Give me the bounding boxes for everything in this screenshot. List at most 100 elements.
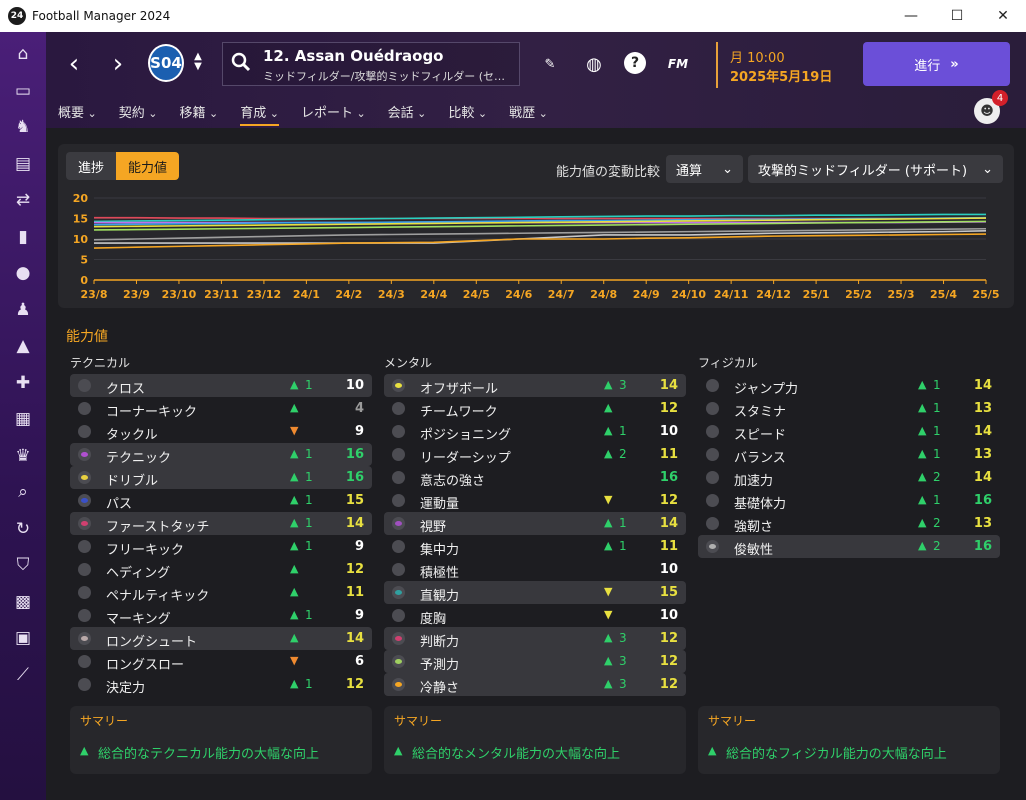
search-icon[interactable]: ⌕ — [0, 474, 46, 510]
attribute-row[interactable]: 冷静さ ▲ 3 12 — [384, 673, 686, 696]
attribute-row[interactable]: スピード ▲ 1 14 — [698, 420, 1000, 443]
x-tick-label: 25/4 — [930, 288, 957, 301]
minimize-button[interactable]: — — [888, 0, 934, 32]
attribute-row[interactable]: コーナーキック ▲ 4 — [70, 397, 372, 420]
attribute-row[interactable]: 度胸 ▼ 10 — [384, 604, 686, 627]
tab-3[interactable]: 育成 ⌄ — [240, 100, 279, 126]
social-feed-icon[interactable]: ☻ 4 — [974, 90, 1008, 124]
squad-icon[interactable]: ♞ — [0, 109, 46, 145]
schedule-icon[interactable]: ▦ — [0, 401, 46, 437]
finances-icon[interactable]: ▩ — [0, 584, 46, 620]
home-icon[interactable]: ⌂ — [0, 36, 46, 72]
tab-1[interactable]: 契約 ⌄ — [119, 100, 158, 126]
trend-up-icon: ▲ — [290, 378, 299, 391]
tactics-icon[interactable]: ▤ — [0, 146, 46, 182]
globe-icon[interactable]: ◍ — [582, 52, 606, 76]
attribute-row[interactable]: 強靭さ ▲ 2 13 — [698, 512, 1000, 535]
continue-button[interactable]: 進行 » — [863, 42, 1010, 86]
role-key-icon — [392, 425, 405, 438]
x-tick-label: 24/11 — [714, 288, 749, 301]
attribute-row[interactable]: 直観力 ▼ 15 — [384, 581, 686, 604]
tab-6[interactable]: 比較 ⌄ — [448, 100, 487, 126]
inbox-icon[interactable]: ▭ — [0, 73, 46, 109]
attribute-row[interactable]: 集中力 ▲ 1 11 — [384, 535, 686, 558]
attribute-value: 11 — [659, 539, 678, 554]
attribute-row[interactable]: ヘディング ▲ 12 — [70, 558, 372, 581]
x-tick-label: 24/1 — [293, 288, 320, 301]
trend-up-icon: ▲ — [918, 470, 927, 483]
attribute-row[interactable]: 決定力 ▲ 1 12 — [70, 673, 372, 696]
attribute-row[interactable]: ロングスロー ▼ 6 — [70, 650, 372, 673]
player-switch-icon[interactable]: ▲ ▼ — [186, 50, 210, 74]
attribute-row[interactable]: 積極性 10 — [384, 558, 686, 581]
attribute-change: 1 — [305, 493, 313, 507]
attribute-row[interactable]: 意志の強さ 16 — [384, 466, 686, 489]
fm-menu-icon[interactable]: FM — [666, 52, 690, 76]
date-display: 月 10:00 2025年5月19日 — [716, 42, 850, 88]
help-icon[interactable]: ? — [624, 52, 646, 74]
x-tick-label: 23/8 — [81, 288, 108, 301]
attribute-row[interactable]: 基礎体力 ▲ 1 16 — [698, 489, 1000, 512]
attribute-row[interactable]: 運動量 ▼ 12 — [384, 489, 686, 512]
attribute-value: 14 — [973, 378, 992, 393]
club-crest[interactable]: S04 — [148, 44, 184, 82]
career-icon[interactable]: ⟋ — [0, 657, 46, 693]
forward-arrow-icon[interactable]: › — [104, 49, 132, 79]
x-tick-label: 25/3 — [888, 288, 915, 301]
medical-icon[interactable]: ✚ — [0, 365, 46, 401]
attribute-row[interactable]: 視野 ▲ 1 14 — [384, 512, 686, 535]
club-info-icon[interactable]: ⛉ — [0, 547, 46, 583]
attribute-row[interactable]: ドリブル ▲ 1 16 — [70, 466, 372, 489]
scouting-icon[interactable]: ● — [0, 255, 46, 291]
tab-bar: 概要 ⌄ 契約 ⌄ 移籍 ⌄ 育成 ⌄ レポート ⌄ 会話 ⌄ 比較 ⌄ 戦歴 ⌄ — [58, 100, 570, 128]
training-icon[interactable]: ▲ — [0, 328, 46, 364]
attribute-change: 2 — [933, 539, 941, 553]
trend-up-icon: ▲ — [604, 516, 613, 529]
attribute-row[interactable]: パス ▲ 1 15 — [70, 489, 372, 512]
attribute-row[interactable]: クロス ▲ 1 10 — [70, 374, 372, 397]
tab-0[interactable]: 概要 ⌄ — [58, 100, 97, 126]
maximize-button[interactable]: ☐ — [934, 0, 980, 32]
attribute-row[interactable]: チームワーク ▲ 12 — [384, 397, 686, 420]
attribute-row[interactable]: 判断力 ▲ 3 12 — [384, 627, 686, 650]
technical-list: クロス ▲ 1 10 コーナーキック ▲ 4 タックル ▼ 9 テクニック ▲ 1 16 ドリブル ▲ 1 16 パ… — [70, 374, 372, 696]
edit-icon[interactable]: ✎ — [538, 52, 562, 76]
attribute-change: 1 — [305, 677, 313, 691]
transfers-icon[interactable]: ⇄ — [0, 182, 46, 218]
attribute-row[interactable]: リーダーシップ ▲ 2 11 — [384, 443, 686, 466]
staff-icon[interactable]: ♟ — [0, 292, 46, 328]
back-arrow-icon[interactable]: ‹ — [60, 49, 88, 79]
attribute-row[interactable]: 加速力 ▲ 2 14 — [698, 466, 1000, 489]
transfer-centre-icon[interactable]: ↻ — [0, 511, 46, 547]
close-button[interactable]: ✕ — [980, 0, 1026, 32]
attribute-row[interactable]: ロングシュート ▲ 14 — [70, 627, 372, 650]
attribute-row[interactable]: 予測力 ▲ 3 12 — [384, 650, 686, 673]
attribute-row[interactable]: バランス ▲ 1 13 — [698, 443, 1000, 466]
attribute-row[interactable]: テクニック ▲ 1 16 — [70, 443, 372, 466]
attribute-row[interactable]: ポジショニング ▲ 1 10 — [384, 420, 686, 443]
attribute-value: 15 — [345, 493, 364, 508]
tab-2[interactable]: 移籍 ⌄ — [179, 100, 218, 126]
attribute-row[interactable]: 俊敏性 ▲ 2 16 — [698, 535, 1000, 558]
tab-4[interactable]: レポート ⌄ — [301, 100, 366, 126]
attribute-row[interactable]: ジャンプ力 ▲ 1 14 — [698, 374, 1000, 397]
attribute-row[interactable]: タックル ▼ 9 — [70, 420, 372, 443]
attribute-row[interactable]: ファーストタッチ ▲ 1 14 — [70, 512, 372, 535]
competitions-icon[interactable]: ♛ — [0, 438, 46, 474]
trend-up-icon: ▲ — [604, 401, 613, 414]
attribute-row[interactable]: スタミナ ▲ 1 13 — [698, 397, 1000, 420]
attribute-value: 6 — [354, 654, 364, 669]
tab-5[interactable]: 会話 ⌄ — [388, 100, 427, 126]
attribute-value: 10 — [659, 424, 678, 439]
tab-7[interactable]: 戦歴 ⌄ — [509, 100, 548, 126]
attribute-row[interactable]: ペナルティキック ▲ 11 — [70, 581, 372, 604]
attribute-row[interactable]: オフザボール ▲ 3 14 — [384, 374, 686, 397]
attribute-row[interactable]: フリーキック ▲ 1 9 — [70, 535, 372, 558]
y-tick-label: 10 — [73, 233, 89, 246]
chevron-down-icon: ⌄ — [413, 107, 427, 120]
player-search-box[interactable]: 12. Assan Ouédraogo ミッドフィルダー/攻撃的ミッドフィルダー… — [222, 42, 520, 86]
attribute-row[interactable]: マーキング ▲ 1 9 — [70, 604, 372, 627]
attribute-name: ドリブル — [106, 474, 159, 489]
team-report-icon[interactable]: ▮ — [0, 219, 46, 255]
dev-centre-icon[interactable]: ▣ — [0, 620, 46, 656]
